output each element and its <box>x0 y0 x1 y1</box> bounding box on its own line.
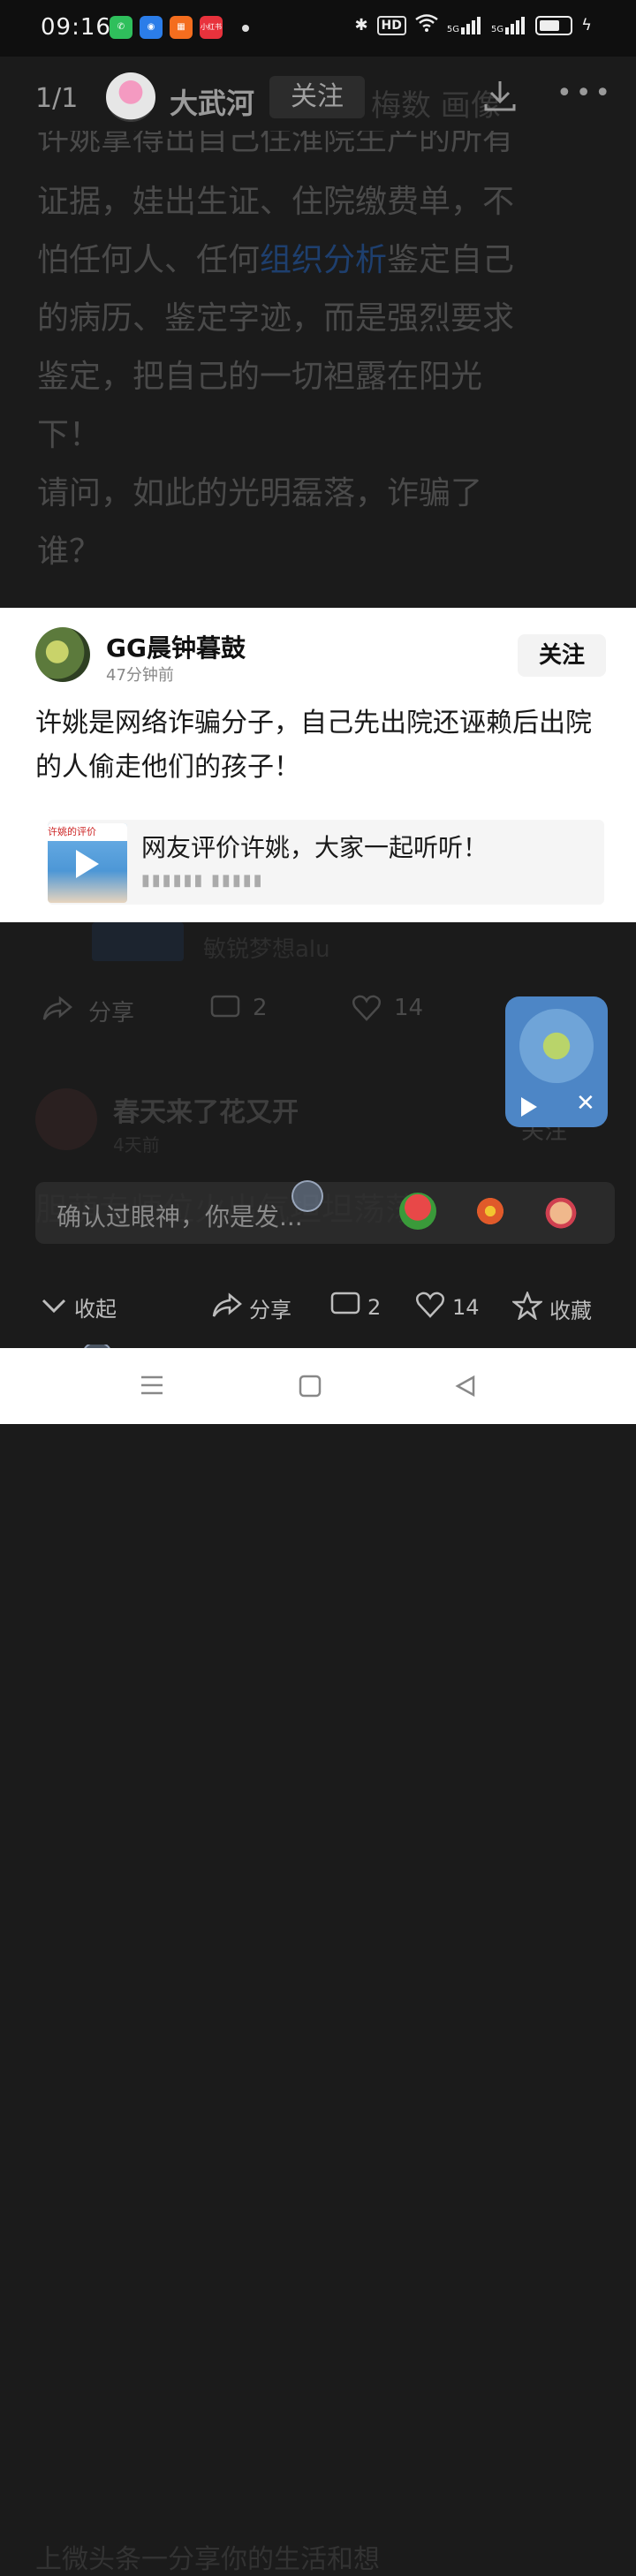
like-button[interactable]: 14 <box>415 1292 480 1323</box>
article-line: 怕任何人、任何组织分析鉴定自己 <box>37 242 515 278</box>
bottom-action-bar: 上微头条一分享你的生活和想 收起 分享 2 14 收藏 <box>0 1263 636 2575</box>
favorite-label: 收藏 <box>549 1298 592 1323</box>
wifi-icon <box>415 14 438 36</box>
article-line: 许姚拿得出自己住淮院生产的所有 <box>37 131 515 157</box>
post-actions: 分享 2 14 <box>42 995 502 1030</box>
floating-video-widget[interactable]: ✕ <box>505 996 608 1127</box>
floating-video-thumbnail[interactable] <box>519 1009 594 1083</box>
charging-icon: ϟ <box>581 16 592 34</box>
comment-count: 2 <box>367 1295 382 1320</box>
author-avatar[interactable] <box>106 72 155 122</box>
star-icon <box>511 1290 544 1325</box>
author-name[interactable]: 大武河 <box>170 81 254 122</box>
article-line: 谁？ <box>37 534 102 570</box>
signal-5g-icon: 5G <box>447 16 482 34</box>
battery-icon <box>535 15 573 35</box>
comment-icon <box>330 1292 360 1323</box>
article-line: 下！ <box>37 417 102 453</box>
status-time: 09:16 <box>41 14 111 41</box>
grid-app-icon: ▦ <box>170 16 193 39</box>
comment-input[interactable]: 确认过眼神，你是发... <box>57 1198 303 1233</box>
card-body-text: 许姚是网络诈骗分子，自己先出院还诬赖后出院的人偷走他们的孩子！ <box>35 708 592 783</box>
firework-emoji-icon[interactable] <box>472 1193 509 1230</box>
browser-icon: ◉ <box>140 16 163 39</box>
chevron-down-icon <box>41 1295 67 1320</box>
video-thumbnail[interactable]: 许姚的评价 <box>48 823 127 903</box>
video-title: 网友评价许姚，大家一起听听！ <box>141 833 488 862</box>
touch-indicator <box>292 1180 323 1212</box>
card-follow-button[interactable]: 关注 <box>518 634 606 677</box>
menu-nav-icon[interactable] <box>140 1375 164 1399</box>
popup-post-card[interactable]: GG晨钟暮鼓 47分钟前 关注 许姚是网络诈骗分子，自己先出院还诬赖后出院的人偷… <box>0 608 636 922</box>
floating-play-icon[interactable] <box>521 1097 537 1117</box>
share-icon[interactable] <box>42 995 72 1027</box>
thumbs-up-emoji-icon[interactable] <box>542 1193 579 1230</box>
comment-author-name[interactable]: 春天来了花又开 <box>113 1090 299 1129</box>
share-label[interactable]: 分享 <box>88 995 134 1027</box>
like-count: 14 <box>452 1295 480 1320</box>
favorite-button[interactable]: 收藏 <box>511 1290 592 1325</box>
like-icon[interactable] <box>352 995 382 1027</box>
post-header: 1/1 大武河 梅数 画像 关注 ••• <box>0 58 636 138</box>
video-attachment[interactable]: 许姚的评价 网友评价许姚，大家一起听听！ ▮▮▮▮▮▮ ▮▮▮▮▮ <box>48 820 604 905</box>
article-line: 鉴定，把自己的一切袒露在阳光 <box>37 359 483 395</box>
share-icon <box>212 1292 242 1323</box>
like-count: 14 <box>394 995 424 1021</box>
status-bar: 09:16 ✆ ◉ ▦ 小红书 ✱ HD 5G 5G ϟ <box>0 0 636 57</box>
image-counter: 1/1 <box>35 83 79 114</box>
bluetooth-icon: ✱ <box>354 16 368 34</box>
comment-icon[interactable] <box>210 995 240 1027</box>
notification-dot <box>242 25 249 32</box>
article-link[interactable]: 组织分析 <box>260 242 387 278</box>
card-author-name[interactable]: GG晨钟暮鼓 <box>106 629 246 664</box>
download-icon[interactable] <box>482 78 518 113</box>
ghost-thumbnail <box>92 922 184 961</box>
header-ghost-text: 梅数 画像 <box>371 88 501 124</box>
follow-button[interactable]: 关注 <box>269 76 365 118</box>
article-line: 证据，娃出生证、住院缴费单，不 <box>37 184 515 220</box>
share-label: 分享 <box>249 1297 292 1322</box>
play-icon <box>76 850 99 878</box>
ghost-author: 敏锐梦想alu <box>203 936 330 963</box>
share-button[interactable]: 分享 <box>212 1292 292 1323</box>
more-icon[interactable]: ••• <box>556 78 614 109</box>
comment-avatar[interactable] <box>35 1088 97 1150</box>
comment-time: 4天前 <box>113 1134 160 1155</box>
video-subtitle: ▮▮▮▮▮▮ ▮▮▮▮▮ <box>141 871 264 890</box>
card-author-avatar[interactable] <box>35 627 90 682</box>
video-thumbnail-title: 许姚的评价 <box>48 823 127 841</box>
comment-button[interactable]: 2 <box>330 1292 381 1323</box>
article-line: 请问，如此的光明磊落，诈骗了 <box>37 475 483 511</box>
article-line: 的病历、鉴定字迹，而是强烈要求 <box>37 300 515 337</box>
card-time: 47分钟前 <box>106 666 174 685</box>
hd-voice-icon: HD <box>376 15 406 35</box>
floating-close-icon[interactable]: ✕ <box>576 1090 595 1117</box>
like-icon <box>415 1292 445 1323</box>
comment-count: 2 <box>253 995 268 1021</box>
xiaohongshu-icon: 小红书 <box>200 16 223 39</box>
collapse-button[interactable]: 收起 <box>41 1292 117 1322</box>
system-nav-bar <box>0 1348 636 1424</box>
ghost-bottom-line: 上微头条一分享你的生活和想 <box>35 2544 380 2575</box>
phone-icon: ✆ <box>110 16 132 39</box>
rose-emoji-icon[interactable] <box>399 1193 436 1230</box>
collapse-label: 收起 <box>74 1297 117 1322</box>
article-text: 许姚拿得出自己住淮院生产的所有 证据，娃出生证、住院缴费单，不 怕任何人、任何组… <box>37 131 602 581</box>
home-nav-icon[interactable] <box>299 1375 322 1401</box>
back-nav-icon[interactable] <box>454 1375 477 1401</box>
signal-5g-icon-2: 5G <box>491 16 526 34</box>
